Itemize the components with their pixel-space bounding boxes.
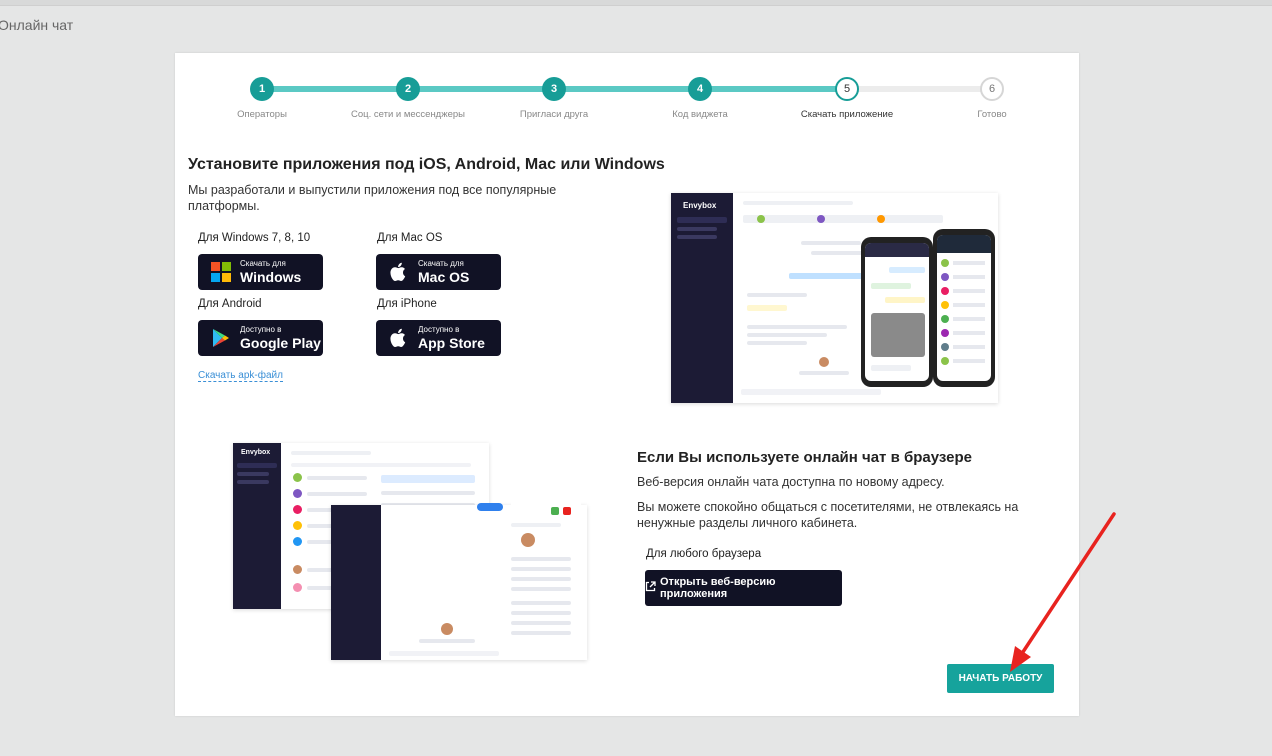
- red-arrow-annotation: [1010, 512, 1116, 672]
